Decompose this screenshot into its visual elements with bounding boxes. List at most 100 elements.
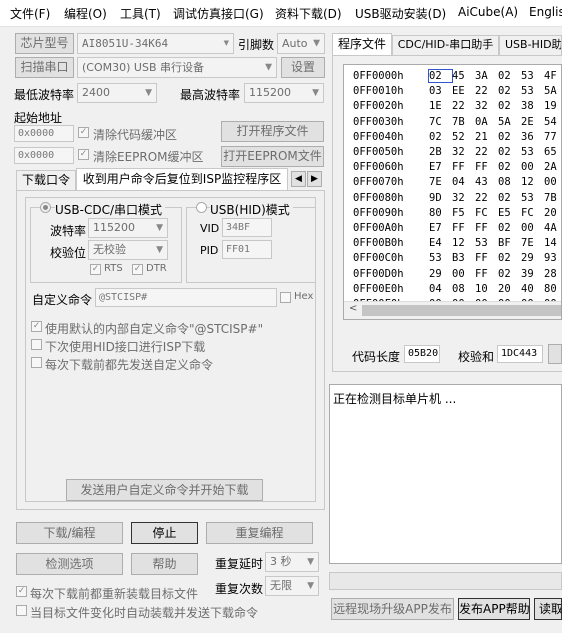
hex-byte[interactable]: 28	[544, 268, 561, 280]
hex-byte[interactable]: 38	[521, 100, 544, 112]
hex-byte[interactable]: 4F	[544, 70, 561, 82]
send-before-download-checkbox[interactable]	[31, 357, 42, 368]
hex-byte[interactable]: 12	[521, 176, 544, 188]
menu-program[interactable]: 编程(O)	[64, 5, 107, 22]
rts-checkbox[interactable]: ✓	[90, 264, 101, 275]
hex-byte[interactable]: 08	[452, 283, 475, 295]
hex-byte[interactable]: 5A	[498, 116, 521, 128]
hex-byte[interactable]: 02	[498, 192, 521, 204]
menu-english[interactable]: English	[529, 5, 562, 19]
hex-byte[interactable]: 53	[521, 85, 544, 97]
repeat-delay-select[interactable]: 3 秒 ▼	[265, 552, 319, 572]
hex-byte[interactable]: 80	[429, 207, 452, 219]
hex-byte[interactable]: 1E	[429, 100, 452, 112]
hex-byte[interactable]: 40	[521, 283, 544, 295]
open-eeprom-button[interactable]: 打开EEPROM文件	[221, 146, 324, 167]
send-custom-command-button[interactable]: 发送用户自定义命令并开始下载	[66, 479, 263, 501]
hex-byte[interactable]: 20	[544, 207, 561, 219]
hex-byte[interactable]: 65	[544, 146, 561, 158]
menu-tools[interactable]: 工具(T)	[120, 5, 161, 22]
menu-usb-driver[interactable]: USB驱动安装(D)	[355, 5, 446, 22]
hex-byte[interactable]: 02	[498, 85, 521, 97]
scan-port-button[interactable]: 扫描串口	[15, 57, 74, 78]
hex-byte[interactable]: 02	[498, 131, 521, 143]
hex-byte[interactable]: 22	[475, 146, 498, 158]
hex-byte[interactable]: 04	[429, 283, 452, 295]
hex-byte[interactable]: 7E	[521, 237, 544, 249]
app-help-button[interactable]: 发布APP帮助	[458, 598, 530, 620]
hex-byte[interactable]: 36	[521, 131, 544, 143]
tab-usb-hid[interactable]: USB-HID助手	[499, 35, 562, 55]
hex-byte[interactable]: 22	[475, 192, 498, 204]
clear-code-checkbox[interactable]: ✓	[78, 127, 89, 138]
hex-byte[interactable]: 32	[452, 192, 475, 204]
auto-reload-checkbox[interactable]	[16, 605, 27, 616]
hex-byte[interactable]: 29	[429, 268, 452, 280]
hex-byte[interactable]: 21	[475, 131, 498, 143]
hex-byte[interactable]: 03	[429, 85, 452, 97]
hex-byte[interactable]: 2B	[429, 146, 452, 158]
hex-byte[interactable]: 29	[521, 252, 544, 264]
hex-byte[interactable]: E7	[429, 222, 452, 234]
code-info-button[interactable]	[548, 344, 562, 364]
cdc-baud-select[interactable]: 115200 ▼	[88, 218, 168, 238]
tab-scroll-right-icon[interactable]: ▶	[307, 171, 322, 187]
max-baud-select[interactable]: 115200 ▼	[244, 83, 324, 103]
hex-byte[interactable]: 93	[544, 252, 561, 264]
hex-byte[interactable]: 52	[452, 131, 475, 143]
scroll-left-icon[interactable]: <	[349, 303, 357, 314]
hex-byte[interactable]: 02	[498, 161, 521, 173]
hex-byte[interactable]: 02	[498, 268, 521, 280]
hex-byte[interactable]: FF	[475, 161, 498, 173]
hex-view[interactable]: 0FF0000h02453A02534F70FF0010h03EE2202535…	[343, 64, 562, 320]
hex-byte[interactable]: 02	[429, 131, 452, 143]
vid-input[interactable]: 34BF	[222, 218, 272, 237]
hex-byte[interactable]: 9D	[429, 192, 452, 204]
hex-byte[interactable]: 7B	[452, 116, 475, 128]
hex-byte[interactable]: E7	[429, 161, 452, 173]
hex-byte[interactable]: 39	[521, 268, 544, 280]
tab-cdc-hid-serial[interactable]: CDC/HID-串口助手	[392, 35, 499, 55]
hex-byte[interactable]: E4	[429, 237, 452, 249]
tab-download-password[interactable]: 下载口令	[16, 170, 76, 190]
hex-byte[interactable]: 22	[475, 85, 498, 97]
hex-byte[interactable]: 7B	[544, 192, 561, 204]
hex-byte[interactable]: 7C	[429, 116, 452, 128]
help-button[interactable]: 帮助	[131, 553, 198, 575]
hex-byte[interactable]: 32	[452, 146, 475, 158]
pid-input[interactable]: FF01	[222, 240, 272, 259]
read-button[interactable]: 读取	[534, 598, 562, 620]
cdc-mode-radio[interactable]	[40, 202, 51, 213]
hex-byte[interactable]: 77	[544, 131, 561, 143]
min-baud-select[interactable]: 2400 ▼	[77, 83, 157, 103]
hex-byte[interactable]: FF	[452, 222, 475, 234]
hex-byte[interactable]: 53	[521, 192, 544, 204]
hex-byte[interactable]: 3A	[475, 70, 498, 82]
hex-byte[interactable]: 53	[475, 237, 498, 249]
hex-byte[interactable]: 00	[521, 222, 544, 234]
hex-byte[interactable]: FF	[475, 222, 498, 234]
hex-byte[interactable]: 14	[544, 237, 561, 249]
dtr-checkbox[interactable]: ✓	[132, 264, 143, 275]
clear-eeprom-checkbox[interactable]: ✓	[78, 149, 89, 160]
hex-byte[interactable]: BF	[498, 237, 521, 249]
hex-byte[interactable]: 12	[452, 237, 475, 249]
download-button[interactable]: 下载/编程	[16, 522, 123, 544]
hex-byte[interactable]: EE	[452, 85, 475, 97]
hex-byte[interactable]: 7E	[429, 176, 452, 188]
menu-debug[interactable]: 调试仿真接口(G)	[173, 5, 264, 22]
hex-byte[interactable]: FC	[521, 207, 544, 219]
pin-count-select[interactable]: Auto ▼	[277, 33, 325, 54]
hex-byte[interactable]: B3	[452, 252, 475, 264]
hid-mode-radio[interactable]	[196, 202, 207, 213]
hex-byte[interactable]: 43	[475, 176, 498, 188]
hex-byte[interactable]: 80	[544, 283, 561, 295]
custom-command-input[interactable]: @STCISP#	[95, 288, 277, 307]
hex-byte[interactable]: E5	[498, 207, 521, 219]
hex-byte[interactable]: 08	[498, 176, 521, 188]
eeprom-address-input[interactable]: 0x0000	[14, 147, 74, 164]
hex-byte[interactable]: 10	[475, 283, 498, 295]
hex-byte[interactable]: 54	[544, 116, 561, 128]
cdc-parity-select[interactable]: 无校验 ▼	[88, 240, 168, 260]
hex-byte[interactable]: FF	[475, 268, 498, 280]
